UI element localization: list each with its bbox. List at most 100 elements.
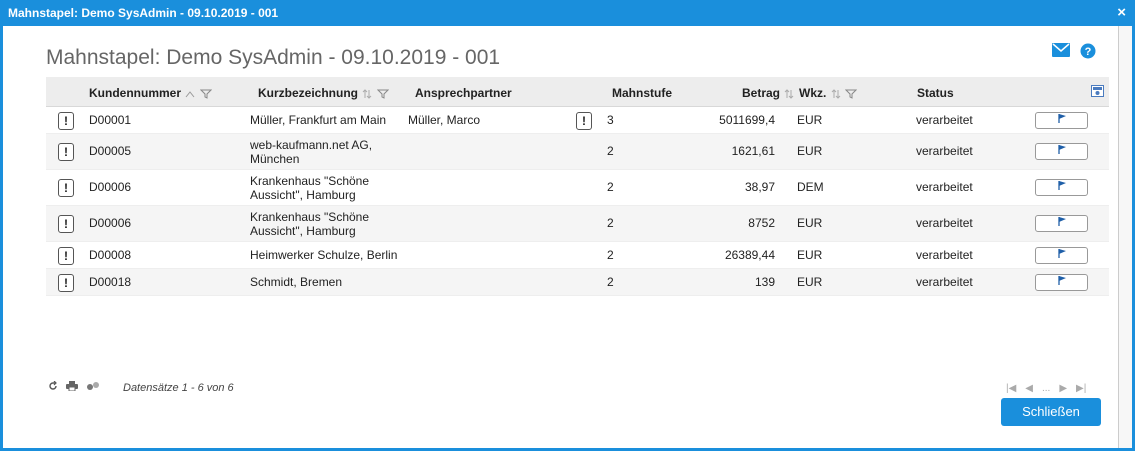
cell-betrag: 26389,44 <box>724 248 775 262</box>
table-row[interactable]: ! D00001 Müller, Frankfurt am Main Müller, … <box>46 107 1109 134</box>
cell-wkz: EUR <box>797 216 823 230</box>
grid-header: Kundennummer Kurzbezeichnung Ansprechpar… <box>46 77 1109 107</box>
warning-icon[interactable]: ! <box>58 274 74 292</box>
flag-button[interactable] <box>1035 112 1088 129</box>
close-icon[interactable]: × <box>1117 0 1126 26</box>
cell-mahnstufe: 2 <box>607 144 614 158</box>
top-toolbar: ? <box>1052 43 1096 59</box>
sort-icon[interactable] <box>184 89 196 99</box>
table-row[interactable]: ! D00008 Heimwerker Schulze, Berlin 2 26389,… <box>46 242 1109 269</box>
cell-wkz: EUR <box>797 248 823 262</box>
cell-mahnstufe: 2 <box>607 248 614 262</box>
warning-icon[interactable]: ! <box>58 112 74 130</box>
flag-icon <box>1057 180 1067 194</box>
print-icon[interactable] <box>66 381 78 391</box>
column-header-wkz[interactable]: Wkz. <box>799 86 858 100</box>
warning-icon[interactable]: ! <box>58 179 74 197</box>
warning-icon[interactable]: ! <box>58 215 74 233</box>
data-grid: Kundennummer Kurzbezeichnung Ansprechpar… <box>46 77 1109 296</box>
warning-icon[interactable]: ! <box>58 247 74 265</box>
cell-status: verarbeitet <box>916 216 973 230</box>
cell-kundennummer: D00018 <box>89 275 132 289</box>
column-header-mahnstufe[interactable]: Mahnstufe <box>612 86 672 100</box>
column-chooser-icon[interactable] <box>1091 85 1104 97</box>
cell-wkz: DEM <box>797 180 824 194</box>
dialog-window: Mahnstapel: Demo SysAdmin - 09.10.2019 -… <box>0 0 1135 451</box>
column-label: Betrag <box>742 86 781 100</box>
cell-kurzbezeichnung: Krankenhaus "Schöne <box>250 174 370 188</box>
flag-button[interactable] <box>1035 274 1088 291</box>
close-button[interactable]: Schließen <box>1001 398 1101 426</box>
column-label: Wkz. <box>799 86 827 100</box>
cell-betrag: 5011699,4 <box>719 113 775 127</box>
mail-icon[interactable] <box>1052 43 1070 57</box>
cell-mahnstufe: 3 <box>607 113 614 127</box>
cell-status: verarbeitet <box>916 113 973 127</box>
flag-icon <box>1057 275 1067 289</box>
cell-kurzbezeichnung-line2: Aussicht", Hamburg <box>250 188 356 202</box>
column-header-betrag[interactable]: Betrag <box>742 86 795 100</box>
cell-kurzbezeichnung: web-kaufmann.net AG, <box>250 138 373 152</box>
sort-icon[interactable] <box>830 89 842 99</box>
cell-kundennummer: D00006 <box>89 180 132 194</box>
record-count: Datensätze 1 - 6 von 6 <box>123 382 234 394</box>
grid-body: ! D00001 Müller, Frankfurt am Main Müller, … <box>46 107 1109 296</box>
cell-wkz: EUR <box>797 144 823 158</box>
table-row[interactable]: ! D00006 Krankenhaus "Schöne Aussicht", Ham… <box>46 170 1109 206</box>
cell-mahnstufe: 2 <box>607 180 614 194</box>
cell-wkz: EUR <box>797 275 823 289</box>
filter-icon[interactable] <box>845 89 858 99</box>
sort-icon[interactable] <box>783 89 795 99</box>
cell-kurzbezeichnung: Schmidt, Bremen <box>250 275 343 289</box>
column-header-status[interactable]: Status <box>917 86 954 100</box>
cell-betrag: 1621,61 <box>731 144 775 158</box>
cell-status: verarbeitet <box>916 144 973 158</box>
page-ellipsis: ... <box>1042 383 1051 394</box>
last-page-icon[interactable]: ▶| <box>1076 383 1086 394</box>
cell-betrag: 38,97 <box>744 180 775 194</box>
column-header-ansprechpartner[interactable]: Ansprechpartner <box>415 86 512 100</box>
cell-kurzbezeichnung-line2: München <box>250 152 300 166</box>
flag-icon <box>1057 248 1067 262</box>
cell-betrag: 8752 <box>748 216 775 230</box>
table-row[interactable]: ! D00018 Schmidt, Bremen 2 139 EUR verarbeitet <box>46 269 1109 296</box>
table-row[interactable]: ! D00005 web-kaufmann.net AG, München 2 1621,… <box>46 134 1109 170</box>
cell-kurzbezeichnung: Müller, Frankfurt am Main <box>250 113 387 127</box>
contact-warning-icon[interactable]: ! <box>576 112 592 130</box>
column-header-kundennummer[interactable]: Kundennummer <box>89 86 212 100</box>
warning-icon[interactable]: ! <box>58 143 74 161</box>
sort-icon[interactable] <box>361 89 373 99</box>
flag-button[interactable] <box>1035 215 1088 232</box>
next-page-icon[interactable]: ▶ <box>1059 383 1067 394</box>
flag-button[interactable] <box>1035 179 1088 196</box>
export-icon[interactable] <box>86 381 100 391</box>
cell-status: verarbeitet <box>916 275 973 289</box>
cell-kundennummer: D00008 <box>89 248 132 262</box>
column-label: Kurzbezeichnung <box>258 86 359 100</box>
flag-button[interactable] <box>1035 247 1088 264</box>
cell-kurzbezeichnung: Heimwerker Schulze, Berlin <box>250 248 398 262</box>
pager: |◀ ◀ ... ▶ ▶| <box>1006 383 1086 394</box>
filter-icon[interactable] <box>376 89 389 99</box>
footer-toolbar <box>48 381 100 391</box>
flag-icon <box>1057 113 1067 127</box>
refresh-icon[interactable] <box>48 381 58 391</box>
table-row[interactable]: ! D00006 Krankenhaus "Schöne Aussicht", Ham… <box>46 206 1109 242</box>
flag-button[interactable] <box>1035 143 1088 160</box>
svg-text:?: ? <box>1085 46 1092 58</box>
window-title: Mahnstapel: Demo SysAdmin - 09.10.2019 -… <box>8 6 279 20</box>
scrollbar[interactable] <box>1118 26 1132 448</box>
first-page-icon[interactable]: |◀ <box>1006 383 1016 394</box>
column-label: Kundennummer <box>89 86 182 100</box>
cell-kurzbezeichnung: Krankenhaus "Schöne <box>250 210 370 224</box>
column-header-kurzbezeichnung[interactable]: Kurzbezeichnung <box>258 86 389 100</box>
cell-kurzbezeichnung-line2: Aussicht", Hamburg <box>250 224 356 238</box>
help-icon[interactable]: ? <box>1080 43 1096 59</box>
flag-icon <box>1057 216 1067 230</box>
cell-kundennummer: D00005 <box>89 144 132 158</box>
title-bar: Mahnstapel: Demo SysAdmin - 09.10.2019 -… <box>3 0 1132 26</box>
cell-status: verarbeitet <box>916 248 973 262</box>
filter-icon[interactable] <box>199 89 212 99</box>
cell-kundennummer: D00006 <box>89 216 132 230</box>
prev-page-icon[interactable]: ◀ <box>1025 383 1033 394</box>
